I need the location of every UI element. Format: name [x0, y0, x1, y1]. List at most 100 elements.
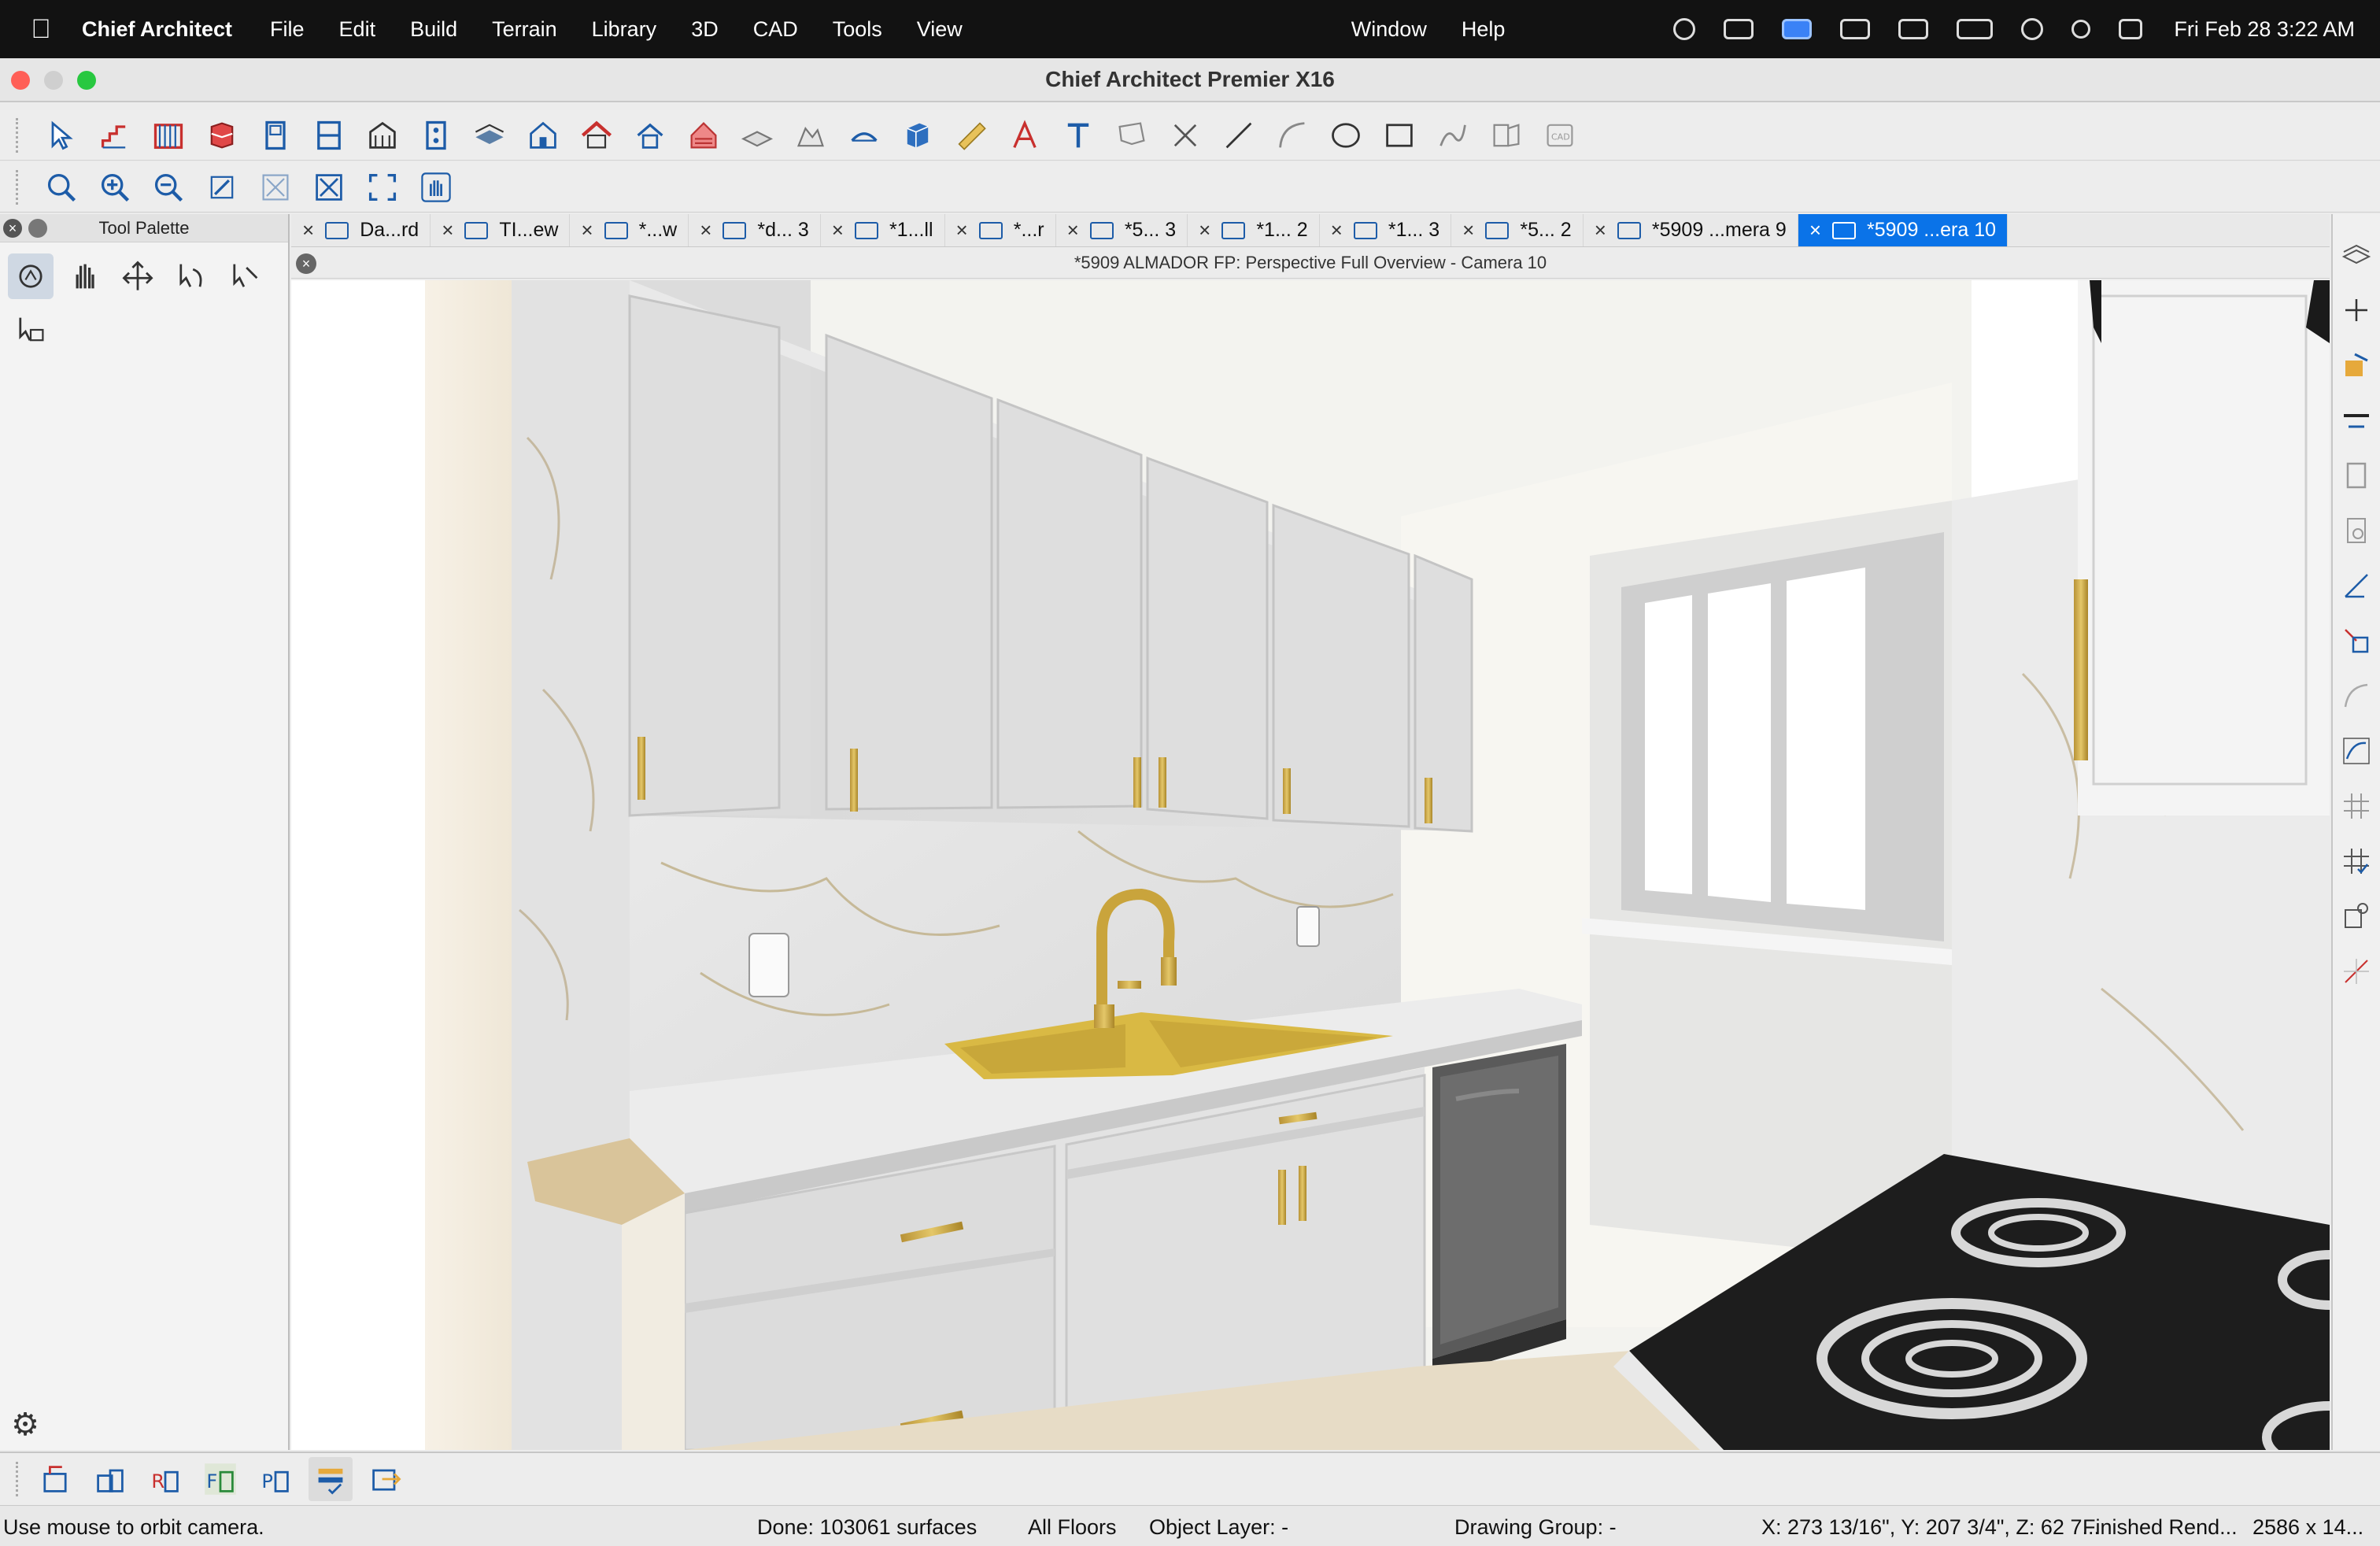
- close-window-button[interactable]: [11, 71, 30, 90]
- angle-snap-icon[interactable]: [2338, 567, 2375, 605]
- curve-snap-icon[interactable]: [2338, 677, 2375, 715]
- palette-options-icon[interactable]: [28, 219, 47, 238]
- zoom-icon[interactable]: [39, 165, 83, 209]
- menu-window[interactable]: Window: [1334, 17, 1444, 42]
- tab-view-11[interactable]: × *5909 ...mera 9: [1584, 214, 1798, 246]
- window-tool-icon[interactable]: [307, 113, 351, 157]
- close-tab-icon[interactable]: ×: [1595, 218, 1606, 242]
- wifi-icon[interactable]: [2021, 18, 2044, 40]
- pointer-camera-icon[interactable]: [222, 253, 268, 299]
- app-menu[interactable]: Chief Architect: [82, 17, 253, 42]
- tab-view-8[interactable]: × *1... 2: [1188, 214, 1320, 246]
- tab-view-4[interactable]: × *d... 3: [689, 214, 821, 246]
- app-status-icon[interactable]: [1782, 19, 1813, 39]
- close-tab-icon[interactable]: ×: [1199, 218, 1210, 242]
- battery-icon[interactable]: [1957, 19, 1994, 39]
- material-painter-icon[interactable]: [2338, 346, 2375, 384]
- tab-view-6[interactable]: × *...r: [945, 214, 1056, 246]
- slab-tool-icon[interactable]: [735, 113, 779, 157]
- roof-plan-icon[interactable]: R: [143, 1457, 187, 1501]
- menu-cad[interactable]: CAD: [736, 17, 815, 42]
- layer-set-export-icon[interactable]: [364, 1457, 408, 1501]
- object-snap-icon[interactable]: [2338, 622, 2375, 660]
- close-tab-icon[interactable]: ×: [832, 218, 844, 242]
- close-palette-icon[interactable]: ×: [3, 219, 22, 238]
- menu-view[interactable]: View: [900, 17, 980, 42]
- house-tool-icon[interactable]: [521, 113, 565, 157]
- line-tool-icon[interactable]: [1217, 113, 1261, 157]
- orbit-camera-icon[interactable]: [8, 253, 54, 299]
- toolbar-grip[interactable]: [16, 169, 22, 205]
- snap-properties-icon[interactable]: [2338, 952, 2375, 990]
- toolbar-grip[interactable]: [16, 1462, 22, 1496]
- menu-3d[interactable]: 3D: [674, 17, 736, 42]
- roof-tool-icon[interactable]: [575, 113, 619, 157]
- tab-view-10[interactable]: × *5... 2: [1451, 214, 1584, 246]
- menubar-clock[interactable]: Fri Feb 28 3:22 AM: [2174, 17, 2355, 42]
- close-tab-icon[interactable]: ×: [581, 218, 593, 242]
- bezier-snap-icon[interactable]: [2338, 732, 2375, 770]
- move-camera-icon[interactable]: [115, 253, 161, 299]
- grid-snap-icon[interactable]: [2338, 787, 2375, 825]
- apple-menu-icon[interactable]: : [0, 14, 82, 45]
- divider-icon[interactable]: [2338, 401, 2375, 439]
- text-tool-icon[interactable]: [1056, 113, 1100, 157]
- build-framing-icon[interactable]: [360, 113, 405, 157]
- dimension-tool-icon[interactable]: [949, 113, 993, 157]
- circle-tool-icon[interactable]: [1324, 113, 1368, 157]
- tab-view-1[interactable]: × Da...rd: [291, 214, 431, 246]
- ceiling-tool-icon[interactable]: [842, 113, 886, 157]
- plan-layout-icon[interactable]: [33, 1457, 77, 1501]
- control-center-icon[interactable]: [2119, 19, 2143, 39]
- floor-plan-icon[interactable]: F: [198, 1457, 242, 1501]
- tilt-camera-icon[interactable]: [168, 253, 214, 299]
- select-objects-icon[interactable]: [39, 113, 83, 157]
- wall-tool-icon[interactable]: [146, 113, 190, 157]
- 3d-solid-icon[interactable]: [896, 113, 940, 157]
- palette-settings-icon[interactable]: ⚙: [8, 1407, 42, 1442]
- arc-tool-icon[interactable]: [1270, 113, 1314, 157]
- display-icon[interactable]: [1840, 19, 1871, 39]
- close-tab-icon[interactable]: ×: [442, 218, 453, 242]
- cabinet-elevation-icon[interactable]: [414, 113, 458, 157]
- menu-edit[interactable]: Edit: [322, 17, 394, 42]
- layer-display-icon[interactable]: [309, 1457, 353, 1501]
- close-tab-icon[interactable]: ×: [956, 218, 968, 242]
- menu-help[interactable]: Help: [1444, 17, 1523, 42]
- text-style-icon[interactable]: [1003, 113, 1047, 157]
- pan-window-icon[interactable]: [414, 165, 458, 209]
- hearing-icon[interactable]: [1673, 18, 1696, 40]
- minimize-window-button[interactable]: [44, 71, 63, 90]
- cad-details-icon[interactable]: CAD: [1538, 113, 1582, 157]
- walkthrough-icon[interactable]: [8, 307, 54, 353]
- gable-tool-icon[interactable]: [682, 113, 726, 157]
- add-icon[interactable]: [2338, 291, 2375, 329]
- tab-view-3[interactable]: × *...w: [570, 214, 689, 246]
- floor-tool-icon[interactable]: [468, 113, 512, 157]
- cabinet-tool-icon[interactable]: [200, 113, 244, 157]
- close-tab-icon[interactable]: ×: [1462, 218, 1474, 242]
- tab-view-12-active[interactable]: × *5909 ...era 10: [1798, 214, 2009, 246]
- fill-window-icon[interactable]: [253, 165, 298, 209]
- close-tab-icon[interactable]: ×: [1809, 218, 1821, 242]
- menu-library[interactable]: Library: [575, 17, 674, 42]
- page-search-icon[interactable]: [2338, 512, 2375, 549]
- page-icon[interactable]: [2338, 457, 2375, 494]
- cad-block-icon[interactable]: [1484, 113, 1528, 157]
- menu-tools[interactable]: Tools: [815, 17, 900, 42]
- tab-view-7[interactable]: × *5... 3: [1056, 214, 1188, 246]
- layer-set-icon[interactable]: [2338, 236, 2375, 274]
- close-view-icon[interactable]: ×: [296, 253, 316, 274]
- 3d-render-viewport[interactable]: [291, 280, 2330, 1450]
- close-tab-icon[interactable]: ×: [302, 218, 314, 242]
- spline-tool-icon[interactable]: [1431, 113, 1475, 157]
- menu-file[interactable]: File: [253, 17, 322, 42]
- rectangle-tool-icon[interactable]: [1377, 113, 1421, 157]
- spotlight-search-icon[interactable]: [2071, 20, 2091, 39]
- tab-view-5[interactable]: × *1...ll: [821, 214, 945, 246]
- reference-display-icon[interactable]: [2338, 897, 2375, 935]
- cross-section-icon[interactable]: [88, 1457, 132, 1501]
- close-tab-icon[interactable]: ×: [1331, 218, 1343, 242]
- delete-tool-icon[interactable]: [1163, 113, 1207, 157]
- menu-terrain[interactable]: Terrain: [475, 17, 575, 42]
